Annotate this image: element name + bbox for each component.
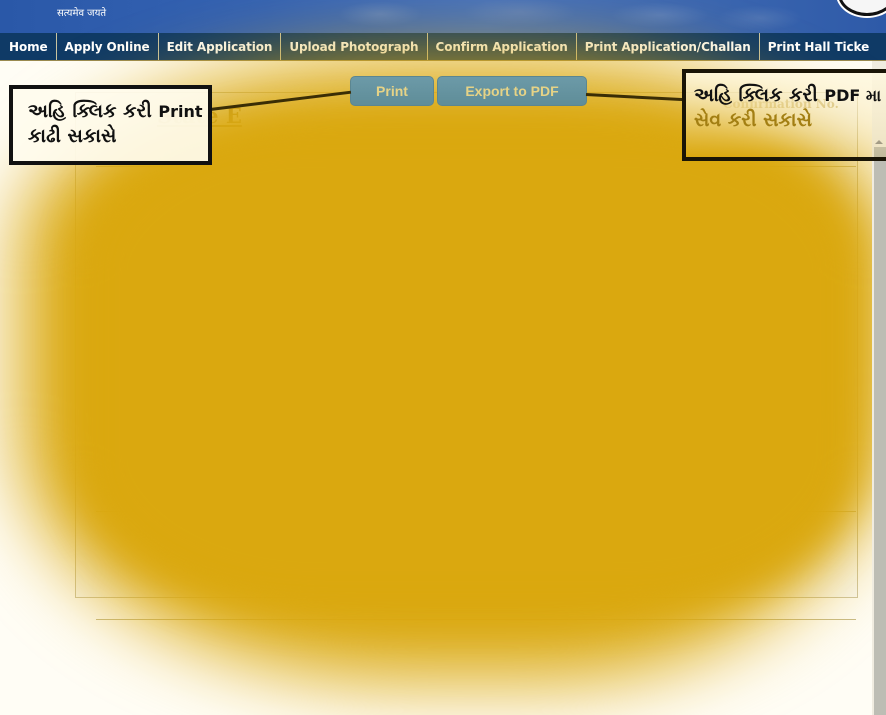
export-pdf-button[interactable]: Export to PDF — [437, 76, 587, 106]
nav-print-application-challan[interactable]: Print Application/Challan — [577, 33, 760, 60]
print-callout-line2: કાઢી સકાસે — [28, 125, 117, 147]
print-callout: અહિ ક્લિક કરી Print કાઢી સકાસે — [9, 85, 212, 165]
national-motto: सत्यमेव जयते — [57, 8, 107, 19]
pdf-callout-line1: અહિ ક્લિક કરી PDF મા — [694, 84, 882, 106]
nav-edit-application[interactable]: Edit Application — [159, 33, 282, 60]
main-nav: Home Apply Online Edit Application Uploa… — [0, 33, 886, 61]
banner-photo — [0, 0, 886, 33]
nav-print-hall-ticket[interactable]: Print Hall Ticke — [760, 33, 877, 60]
nav-confirm-application[interactable]: Confirm Application — [428, 33, 577, 60]
pdf-callout: અહિ ક્લિક કરી PDF મા સેવ કરી સકાસે — [682, 69, 886, 161]
nav-upload-photograph[interactable]: Upload Photograph — [281, 33, 428, 60]
scrollbar-thumb[interactable] — [874, 147, 886, 715]
highlight-overlay-core — [80, 120, 860, 610]
print-callout-line1: અહિ ક્લિક કરી Print — [28, 100, 203, 122]
pdf-callout-line2: સેવ કરી સકાસે — [694, 109, 812, 131]
nav-home[interactable]: Home — [0, 33, 57, 60]
header-banner: सत्यमेव जयते — [0, 0, 886, 33]
print-button[interactable]: Print — [350, 76, 434, 106]
nav-apply-online[interactable]: Apply Online — [57, 33, 159, 60]
